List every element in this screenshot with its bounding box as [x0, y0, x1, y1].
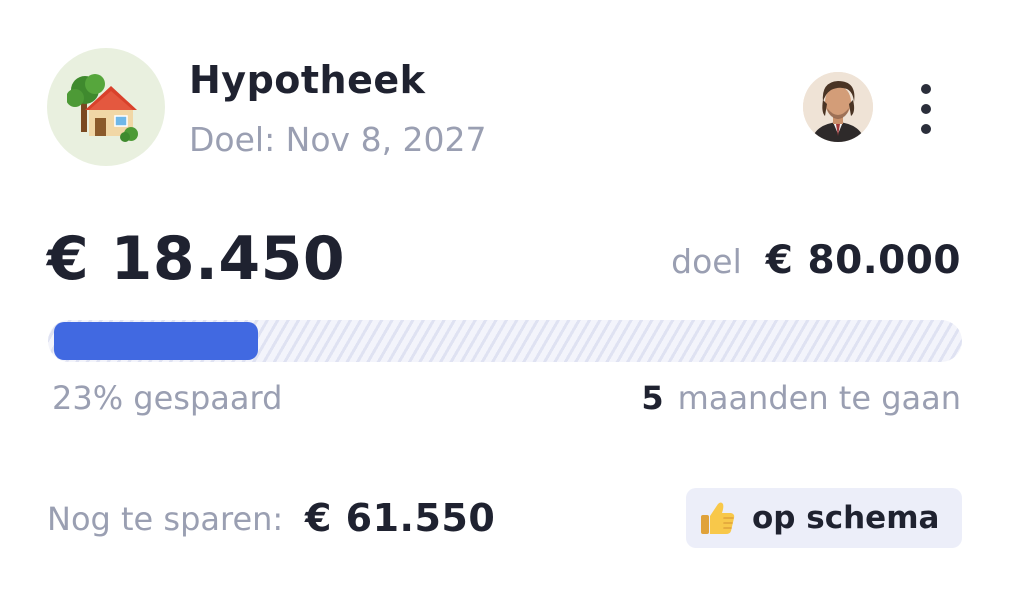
more-options-button[interactable] — [906, 80, 946, 140]
thumbs-up-icon — [701, 502, 735, 534]
status-badge: op schema — [686, 488, 962, 548]
savings-goal-card[interactable]: Hypotheek Doel: Nov 8, 2027 € 18.450 doe… — [0, 0, 1009, 600]
goal-icon-container — [47, 48, 165, 166]
goal-target-date: Doel: Nov 8, 2027 — [189, 120, 487, 159]
goal-title: Hypotheek — [189, 58, 426, 102]
house-with-garden-icon — [67, 74, 138, 142]
target-amount-group: doel € 80.000 — [671, 238, 961, 283]
user-avatar[interactable] — [803, 72, 873, 142]
months-remaining-count: 5 — [641, 379, 664, 417]
months-remaining-group: 5 maanden te gaan — [641, 379, 961, 417]
months-remaining-text: maanden te gaan — [677, 379, 961, 417]
target-label: doel — [671, 242, 742, 281]
target-amount: € 80.000 — [765, 238, 961, 283]
remaining-amount: € 61.550 — [305, 496, 496, 540]
status-label: op schema — [752, 500, 940, 536]
progress-bar-fill — [54, 322, 258, 360]
progress-bar — [48, 320, 962, 362]
remaining-label: Nog te sparen: — [47, 500, 284, 538]
percent-saved-text: 23% gespaard — [52, 379, 283, 417]
saved-amount: € 18.450 — [47, 224, 346, 294]
avatar-image — [803, 72, 873, 142]
